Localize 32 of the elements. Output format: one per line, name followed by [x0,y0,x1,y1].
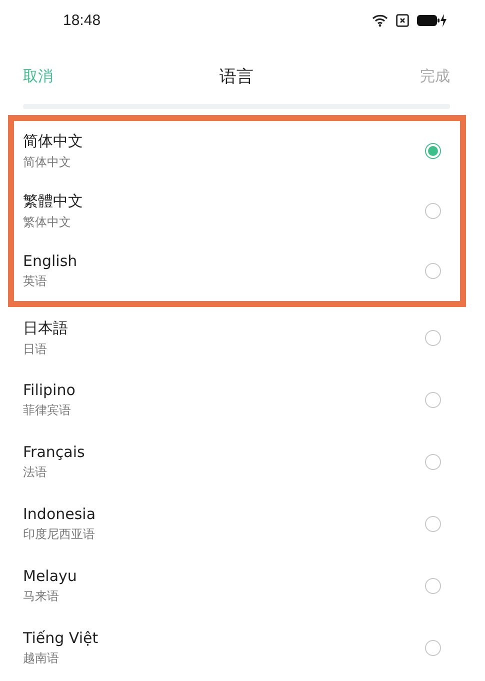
language-name[interactable]: Melayu [23,567,77,585]
language-subtitle: 英语 [23,273,48,290]
wifi-icon [372,14,388,26]
no-sim-icon [396,14,409,26]
radio-button[interactable] [425,330,441,346]
battery-charging-icon [417,14,447,26]
radio-button[interactable] [425,203,441,219]
radio-button[interactable] [425,454,441,470]
radio-button[interactable] [425,143,441,159]
language-name[interactable]: Français [23,443,85,461]
language-subtitle: 印度尼西亚语 [23,526,96,543]
language-subtitle: 法语 [23,464,48,481]
language-name[interactable]: Tiếng Việt [23,629,98,647]
radio-button[interactable] [425,640,441,656]
language-subtitle: 简体中文 [23,154,72,170]
language-subtitle: 日语 [23,340,48,358]
radio-button[interactable] [425,578,441,594]
language-name[interactable]: Filipino [23,381,76,399]
page-title: 语言 [220,66,254,88]
language-subtitle: 繁体中文 [23,214,72,230]
language-subtitle: 马来语 [23,588,60,605]
radio-button[interactable] [425,263,441,279]
language-subtitle: 菲律宾语 [23,402,72,419]
language-name[interactable]: Indonesia [23,505,96,523]
language-subtitle: 越南语 [23,650,60,667]
status-time: 18:48 [63,12,101,28]
radio-button[interactable] [425,392,441,408]
language-name[interactable]: English [23,252,78,270]
language-name[interactable]: 繁體中文 [23,192,83,210]
language-name[interactable]: 简体中文 [23,132,83,150]
language-name[interactable]: 日本語 [23,318,68,338]
radio-button[interactable] [425,516,441,532]
